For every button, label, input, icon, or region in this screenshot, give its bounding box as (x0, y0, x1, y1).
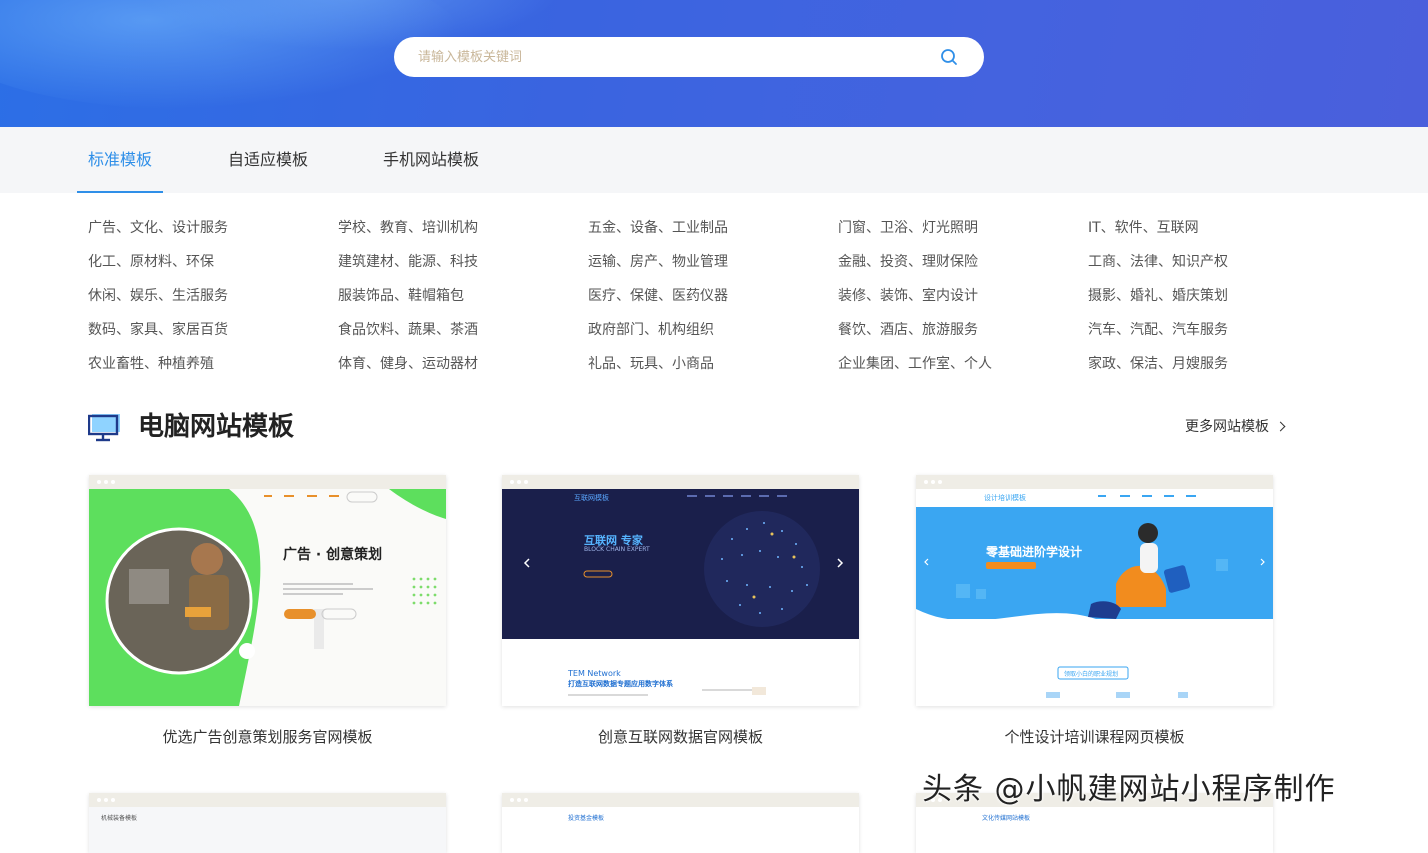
category-link[interactable]: 餐饮、酒店、旅游服务 (838, 319, 978, 339)
hero-banner (0, 0, 1428, 127)
template-preview: 互联网模板 互联网 专家 BLOCK CHAIN EXPERT TEM Netw… (502, 489, 859, 706)
template-preview: 投资基金模板 (502, 807, 859, 853)
tab-responsive[interactable]: 自适应模板 (217, 127, 319, 193)
browser-bar (916, 475, 1273, 489)
template-card[interactable]: 机械装备模板 (89, 793, 446, 853)
category-link[interactable]: 汽车、汽配、汽车服务 (1088, 319, 1228, 339)
preview-footer-title: TEM Network (568, 669, 621, 678)
preview-logo: 文化传媒网站模板 (982, 815, 1031, 822)
category-link[interactable]: 五金、设备、工业制品 (588, 217, 728, 237)
preview-footer-sub: 打造互联网数据专题应用数字体系 (568, 680, 673, 688)
category-link[interactable]: 学校、教育、培训机构 (338, 217, 478, 237)
preview-logo: 投资基金模板 (568, 815, 605, 822)
template-caption[interactable]: 个性设计培训课程网页模板 (916, 726, 1273, 747)
category-link[interactable]: 家政、保洁、月嫂服务 (1088, 353, 1228, 373)
template-card[interactable]: 投资基金模板 (502, 793, 859, 853)
category-link[interactable]: 摄影、婚礼、婚庆策划 (1088, 285, 1228, 305)
template-preview: 广告 · 创意策划 (89, 489, 446, 706)
preview-graphic (89, 489, 446, 706)
preview-cta: 领取小白的职业规划 (1064, 671, 1119, 678)
category-link[interactable]: 运输、房产、物业管理 (588, 251, 728, 271)
template-card[interactable]: 互联网模板 互联网 专家 BLOCK CHAIN EXPERT TEM Netw… (502, 475, 859, 706)
tab-mobile[interactable]: 手机网站模板 (372, 127, 490, 193)
preview-logo: 机械装备模板 (101, 815, 138, 822)
category-link[interactable]: 休闲、娱乐、生活服务 (88, 285, 228, 305)
category-link[interactable]: 体育、健身、运动器材 (338, 353, 478, 373)
template-card[interactable]: 设计培训模板 零基础进阶学设计 领取小白的职业规划 (916, 475, 1273, 706)
tab-standard[interactable]: 标准模板 (77, 127, 164, 193)
category-link[interactable]: 建筑建材、能源、科技 (338, 251, 478, 271)
template-type-tabs: 标准模板 自适应模板 手机网站模板 (0, 127, 1428, 193)
more-templates-link[interactable]: 更多网站模板 (1185, 416, 1286, 436)
category-link[interactable]: 装修、装饰、室内设计 (838, 285, 978, 305)
browser-bar (89, 793, 446, 807)
category-link[interactable]: 工商、法律、知识产权 (1088, 251, 1228, 271)
search-input[interactable] (418, 47, 918, 67)
section-title: 电脑网站模板 (138, 412, 295, 442)
browser-bar (502, 475, 859, 489)
monitor-icon (88, 414, 120, 442)
category-link[interactable]: 金融、投资、理财保险 (838, 251, 978, 271)
template-caption[interactable]: 创意互联网数据官网模板 (502, 726, 859, 747)
browser-bar (502, 793, 859, 807)
template-preview: 设计培训模板 零基础进阶学设计 领取小白的职业规划 (916, 489, 1273, 706)
preview-subline: BLOCK CHAIN EXPERT (584, 546, 650, 553)
template-preview: 机械装备模板 (89, 807, 446, 853)
preview-graphic (502, 489, 859, 706)
template-preview: 文化传媒网站模板 (916, 807, 1273, 853)
watermark: 头条 @小帆建网站小程序制作 (922, 772, 1336, 807)
more-templates-label: 更多网站模板 (1185, 419, 1269, 435)
category-link[interactable]: 政府部门、机构组织 (588, 319, 714, 339)
category-link[interactable]: 农业畜牲、种植养殖 (88, 353, 214, 373)
category-link[interactable]: IT、软件、互联网 (1088, 217, 1199, 237)
chevron-right-icon (1275, 421, 1286, 432)
preview-headline: 广告 · 创意策划 (283, 547, 383, 563)
category-link[interactable]: 企业集团、工作室、个人 (838, 353, 992, 373)
preview-logo: 互联网模板 (574, 494, 609, 502)
category-link[interactable]: 广告、文化、设计服务 (88, 217, 228, 237)
search-box (394, 37, 984, 77)
category-link[interactable]: 服装饰品、鞋帽箱包 (338, 285, 464, 305)
category-link[interactable]: 医疗、保健、医药仪器 (588, 285, 728, 305)
preview-headline: 零基础进阶学设计 (986, 545, 1083, 559)
category-link[interactable]: 化工、原材料、环保 (88, 251, 214, 271)
category-link[interactable]: 数码、家具、家居百货 (88, 319, 228, 339)
category-link[interactable]: 食品饮料、蔬果、茶酒 (338, 319, 478, 339)
category-link[interactable]: 礼品、玩具、小商品 (588, 353, 714, 373)
browser-bar (89, 475, 446, 489)
template-caption[interactable]: 优选广告创意策划服务官网模板 (89, 726, 446, 747)
preview-logo: 设计培训模板 (984, 494, 1026, 502)
template-card[interactable]: 广告 · 创意策划 (89, 475, 446, 706)
category-link[interactable]: 门窗、卫浴、灯光照明 (838, 217, 978, 237)
search-icon[interactable] (940, 48, 958, 66)
